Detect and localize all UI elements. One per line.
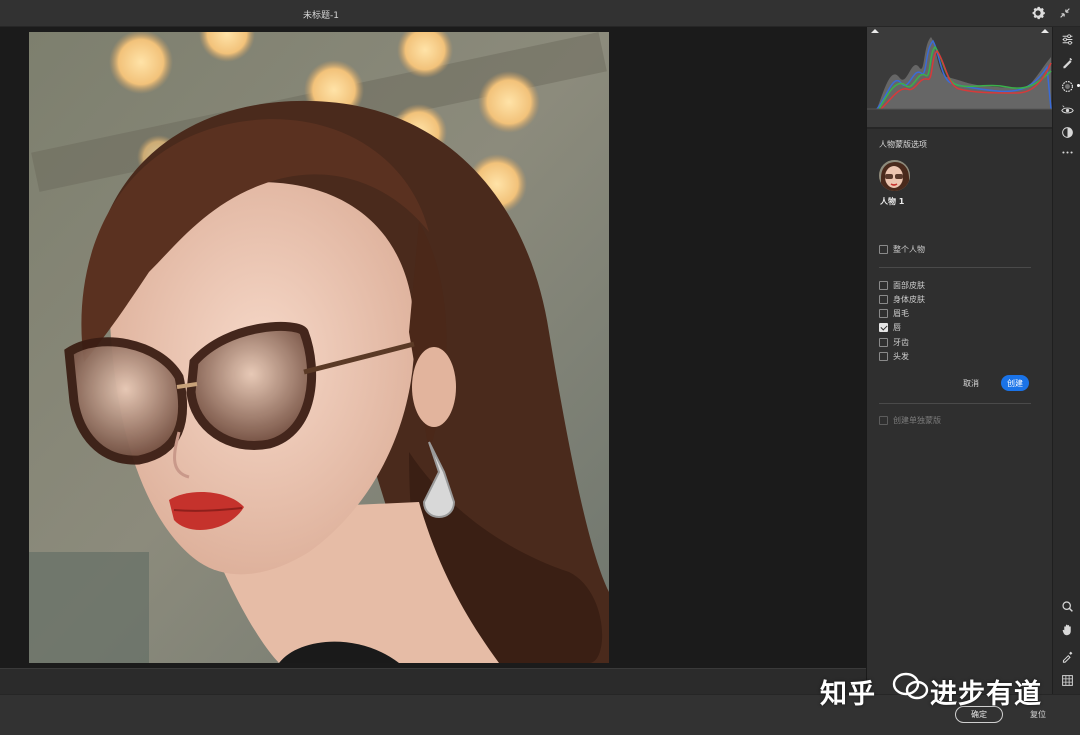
color-sampler-icon[interactable] (1060, 649, 1075, 664)
tool-rail (1052, 27, 1080, 694)
histogram (867, 27, 1053, 127)
hair-checkbox[interactable] (879, 351, 888, 361)
cancel-button[interactable]: 取消 (963, 378, 979, 389)
histogram-divider (867, 127, 1053, 129)
divider (879, 403, 1031, 404)
eyebrows-label: 眉毛 (893, 308, 909, 318)
hand-icon[interactable] (1060, 622, 1075, 637)
red-eye-icon[interactable] (1060, 103, 1075, 118)
eyebrows-checkbox[interactable] (879, 308, 888, 318)
part-option-lips[interactable]: 唇 (879, 321, 901, 333)
grid-icon[interactable] (1060, 673, 1075, 688)
teeth-label: 牙齿 (893, 337, 909, 347)
portrait-photo (29, 32, 609, 663)
separate-masks-label: 创建单独蒙版 (893, 415, 941, 425)
separate-masks-checkbox[interactable] (879, 415, 888, 425)
whole-person-option[interactable]: 整个人物 (879, 243, 925, 255)
lips-checkbox[interactable] (879, 322, 888, 332)
create-button[interactable]: 创建 (1001, 375, 1029, 391)
face-skin-checkbox[interactable] (879, 280, 888, 290)
person-label: 人物 1 (880, 197, 905, 206)
body-skin-checkbox[interactable] (879, 294, 888, 304)
divider (879, 267, 1031, 268)
settings-gear-icon[interactable] (1031, 6, 1045, 20)
teeth-checkbox[interactable] (879, 337, 888, 347)
lips-label: 唇 (893, 322, 901, 332)
more-icon[interactable] (1060, 145, 1075, 160)
separate-masks-option[interactable]: 创建单独蒙版 (879, 414, 941, 426)
watermark-text-left: 知乎 (820, 679, 876, 710)
body-skin-label: 身体皮肤 (893, 294, 925, 304)
part-option-face-skin[interactable]: 面部皮肤 (879, 279, 925, 291)
face-skin-label: 面部皮肤 (893, 280, 925, 290)
hair-label: 头发 (893, 351, 909, 361)
document-title: 未标题-1 (303, 11, 339, 21)
presets-icon[interactable] (1060, 125, 1075, 140)
healing-brush-icon[interactable] (1060, 55, 1075, 70)
part-option-eyebrows[interactable]: 眉毛 (879, 307, 909, 319)
mask-options-panel: 人物蒙版选项 人物 1 整个人物 面部皮肤 身体皮肤 眉毛 唇 牙齿 头发 取消… (866, 27, 1053, 694)
sliders-icon[interactable] (1060, 32, 1075, 47)
canvas-scroll-strip[interactable] (0, 668, 866, 694)
person-thumbnail[interactable] (879, 160, 910, 191)
collapse-arrows-icon[interactable] (1058, 6, 1072, 20)
zoom-icon[interactable] (1060, 599, 1075, 614)
mask-options-title: 人物蒙版选项 (879, 140, 927, 149)
mask-icon[interactable] (1060, 79, 1075, 94)
whole-person-checkbox[interactable] (879, 244, 888, 254)
wechat-watermark-icon (892, 671, 930, 701)
title-bar: 未标题-1 (0, 0, 1080, 27)
whole-person-label: 整个人物 (893, 244, 925, 254)
part-option-body-skin[interactable]: 身体皮肤 (879, 293, 925, 305)
part-option-hair[interactable]: 头发 (879, 350, 909, 362)
part-option-teeth[interactable]: 牙齿 (879, 336, 909, 348)
watermark-text-right: 进步有道 (930, 679, 1042, 710)
